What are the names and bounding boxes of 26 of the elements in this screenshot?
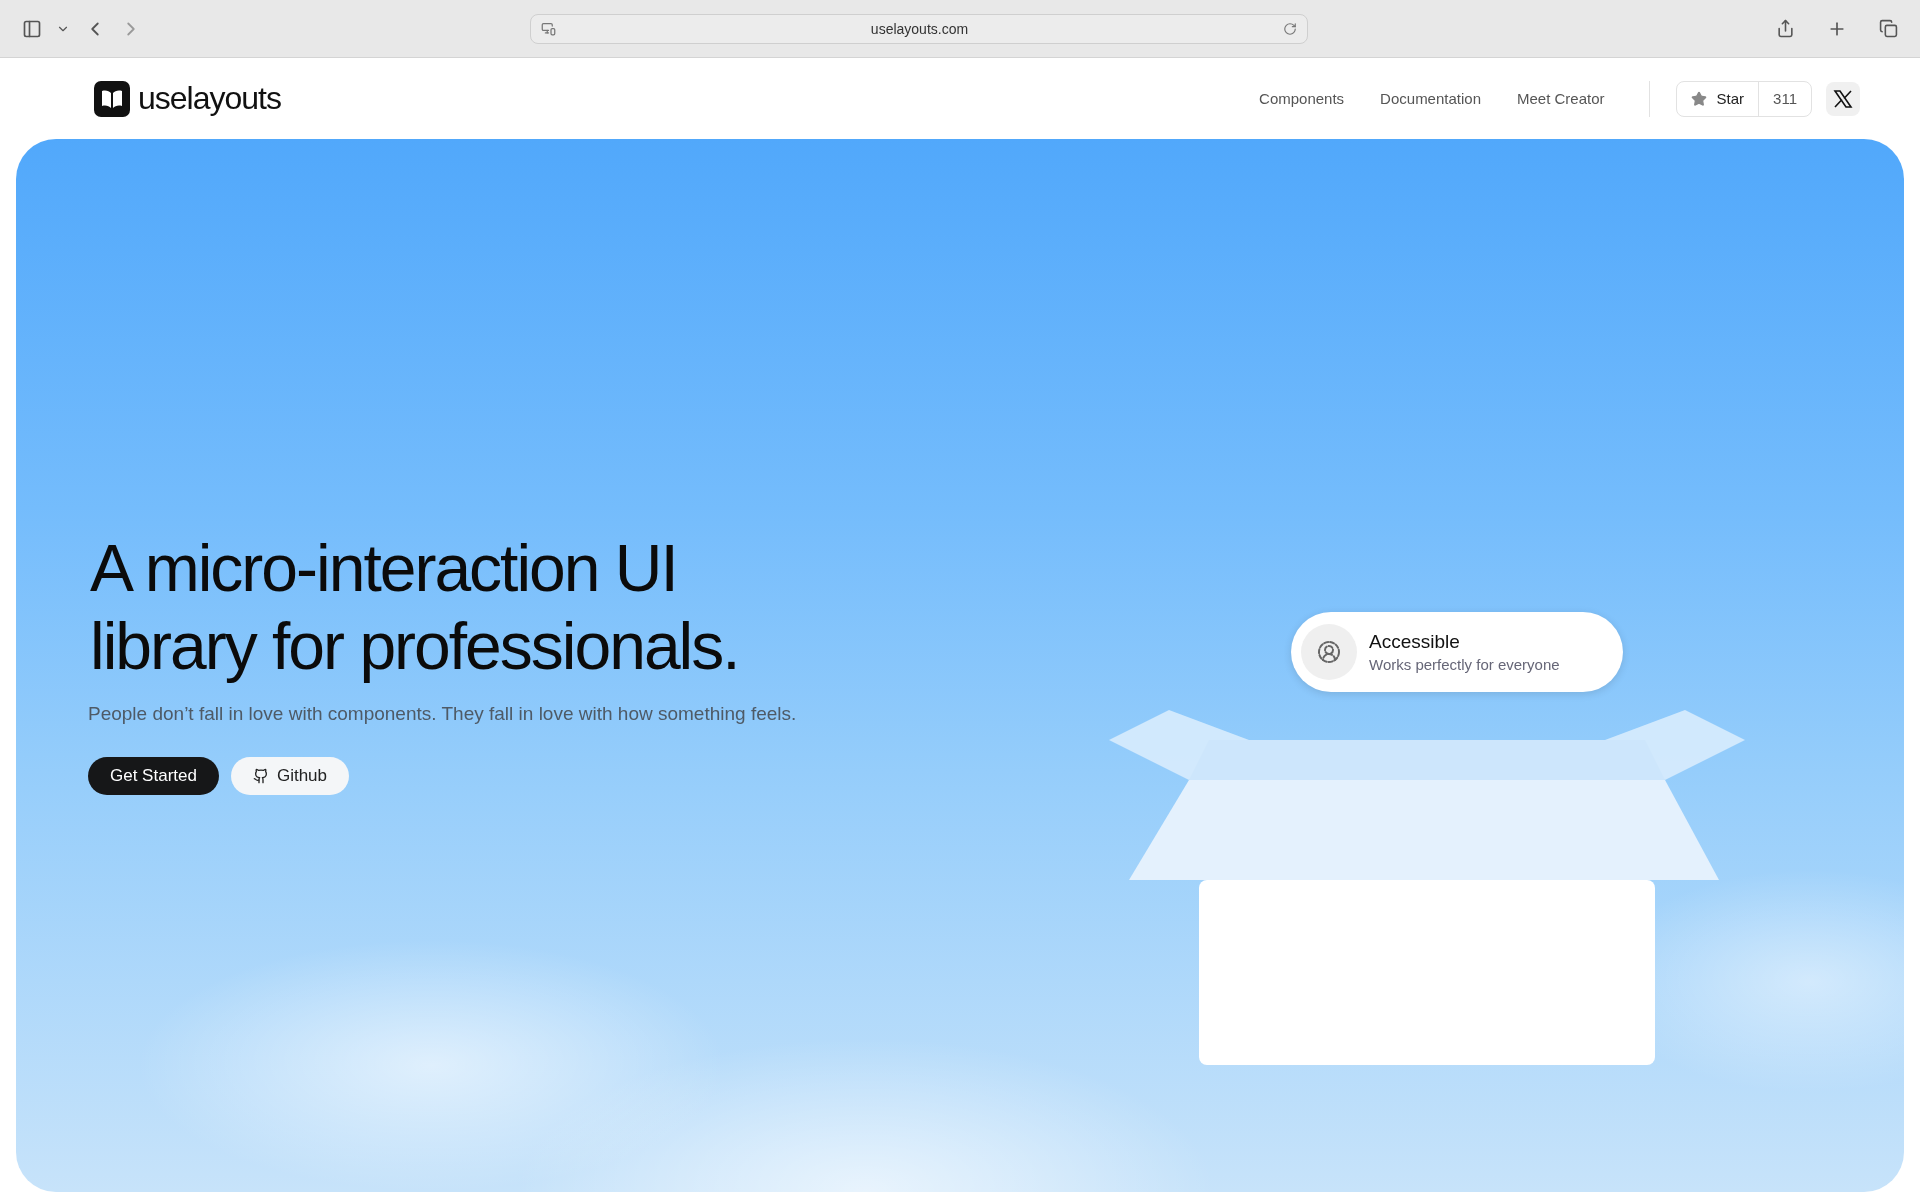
star-icon [1690,90,1707,107]
nav-link[interactable]: Documentation [1380,90,1481,107]
star-label: Star [1716,90,1745,107]
url-text: uselayouts.com [869,20,970,37]
github-button[interactable]: Github [230,757,350,795]
subtitle: People don’t fall in love with components. They fall in love with how something feels. [88,703,797,725]
get-started-button[interactable]: Get Started [88,757,219,795]
github-star-button[interactable]: Star 311 [1675,80,1812,117]
headline: A micro-interaction UI library for professionals. [89,530,740,685]
page-icon [541,21,556,36]
nav-link[interactable]: Components [1259,90,1345,107]
x-button[interactable] [1826,81,1860,116]
x-logo-icon [1833,88,1853,109]
star-count: 311 [1772,90,1798,107]
tabs-icon[interactable] [1879,19,1898,38]
address-bar[interactable]: uselayouts.com [530,13,1308,44]
nav-link[interactable]: Meet Creator [1517,90,1605,107]
feature-subtitle: Works perfectly for everyone [1369,656,1560,673]
sidebar-icon[interactable] [22,18,42,39]
github-icon [252,768,269,784]
user-circle-icon [1301,624,1357,680]
share-icon[interactable] [1776,19,1795,38]
reload-icon[interactable] [1283,21,1297,36]
feature-title: Accessible [1369,631,1461,653]
logo-text[interactable]: uselayouts [138,80,281,117]
book-logo-icon[interactable] [94,80,130,117]
